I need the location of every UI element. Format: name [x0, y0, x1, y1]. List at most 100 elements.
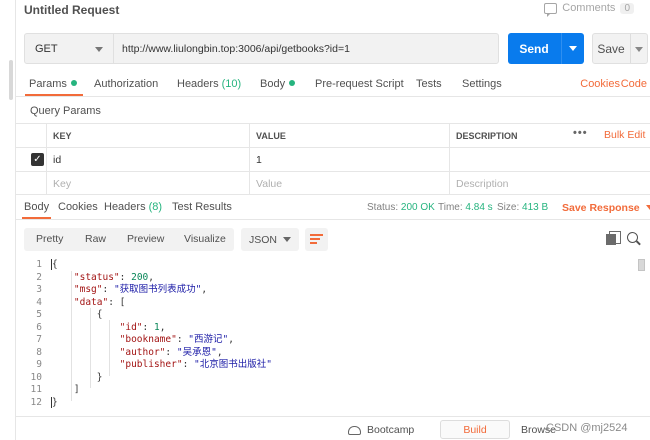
watermark-text: CSDN @mj2524: [546, 422, 628, 434]
json-number: 200: [131, 271, 149, 283]
tab-params[interactable]: Params: [25, 78, 83, 96]
json-string: "西游记": [188, 334, 229, 345]
tab-response-cookies[interactable]: Cookies: [58, 201, 98, 213]
bootcamp-label: Bootcamp: [367, 424, 415, 436]
line-number: 12: [30, 396, 42, 408]
save-response-button[interactable]: Save Response: [562, 202, 650, 214]
code-line: 9 "publisher": "北京图书出版社": [16, 359, 272, 372]
bootcamp-button[interactable]: Bootcamp: [348, 424, 414, 436]
tab-body[interactable]: Body: [260, 78, 296, 90]
chevron-down-icon[interactable]: [635, 47, 643, 52]
json-string: "北京图书出版社": [194, 359, 272, 370]
mode-pretty[interactable]: Pretty: [36, 233, 63, 245]
code-line: 5 {: [16, 309, 102, 322]
tab-headers-label: Headers: [177, 78, 219, 90]
param-description-cell[interactable]: [449, 148, 650, 171]
url-input[interactable]: http://www.liulongbin.top:3006/api/getbo…: [113, 33, 499, 64]
wrap-line-1: [310, 234, 323, 236]
mode-preview[interactable]: Preview: [127, 233, 164, 245]
new-value-input[interactable]: Value: [249, 172, 449, 195]
mode-raw[interactable]: Raw: [85, 233, 106, 245]
view-mode-toggle: Pretty Raw Preview Visualize: [24, 228, 234, 251]
time-readout: Time: 4.84 s: [438, 202, 493, 213]
time-value[interactable]: 4.84 s: [465, 202, 492, 213]
more-icon[interactable]: •••: [573, 127, 588, 139]
build-button[interactable]: Build: [440, 420, 510, 439]
mode-visualize[interactable]: Visualize: [184, 233, 226, 245]
code-punct: :: [176, 334, 189, 345]
format-label: JSON: [249, 233, 278, 246]
tab-body-label: Body: [260, 78, 286, 90]
new-key-input[interactable]: Key: [46, 172, 249, 195]
line-number: 4: [36, 296, 42, 308]
code-punct: ,: [201, 284, 208, 295]
tab-authorization[interactable]: Authorization: [94, 78, 158, 90]
tab-headers[interactable]: Headers (10): [177, 78, 241, 90]
format-select[interactable]: JSON: [241, 228, 299, 251]
size-label: Size:: [497, 202, 520, 213]
table-header-row: KEY VALUE DESCRIPTION ••• Bulk Edit: [16, 123, 650, 147]
code-scrollbar[interactable]: [638, 259, 645, 271]
tab-settings[interactable]: Settings: [462, 78, 502, 90]
search-icon[interactable]: [627, 232, 638, 243]
table-row: ✓ id 1: [16, 147, 650, 171]
bootcamp-icon: [348, 425, 361, 435]
wrap-line-3: [310, 242, 317, 244]
bulk-edit-link[interactable]: Bulk Edit: [604, 129, 645, 141]
code-line: 11 ]: [16, 384, 80, 397]
line-number: 9: [36, 359, 42, 370]
send-label: Send: [519, 41, 549, 56]
line-number: 8: [36, 346, 42, 358]
code-punct: }: [51, 371, 103, 383]
tab-response-headers-count: (8): [148, 201, 163, 213]
code-punct: ,: [159, 321, 166, 333]
method-select[interactable]: GET: [24, 33, 114, 64]
new-description-input[interactable]: Description: [449, 172, 650, 195]
code-punct: ]: [51, 384, 80, 395]
wrap-lines-icon[interactable]: [305, 228, 328, 251]
send-button[interactable]: Send: [508, 33, 584, 64]
tab-params-label: Params: [29, 78, 67, 90]
tab-tests[interactable]: Tests: [416, 78, 442, 90]
active-dot-icon: [70, 80, 77, 86]
send-divider: [561, 33, 562, 64]
comments-count: 0: [620, 2, 634, 14]
status-value[interactable]: 200 OK: [401, 202, 435, 213]
save-response-label: Save Response: [562, 202, 640, 214]
chevron-down-icon: [95, 47, 103, 52]
cookies-link[interactable]: Cookies: [580, 78, 620, 90]
tab-test-results[interactable]: Test Results: [172, 201, 232, 213]
sidebar-resize-handle[interactable]: [9, 60, 13, 100]
checkbox-icon[interactable]: ✓: [31, 153, 44, 166]
tab-pre-request-script[interactable]: Pre-request Script: [315, 78, 404, 90]
code-punct: ,: [216, 346, 223, 358]
comments-button[interactable]: Comments 0: [544, 2, 634, 17]
chevron-down-icon[interactable]: [569, 46, 577, 51]
code-link[interactable]: Code: [621, 78, 647, 90]
active-dot-icon: [289, 80, 296, 86]
copy-icon[interactable]: [606, 231, 621, 245]
code-text: {: [51, 259, 58, 270]
status-label: Status:: [367, 202, 399, 213]
param-value-cell[interactable]: 1: [249, 148, 449, 171]
code-line: 10 }: [16, 371, 103, 385]
code-punct: :: [142, 321, 154, 333]
param-key-cell[interactable]: id: [46, 148, 249, 171]
json-key: "status": [73, 271, 120, 283]
tab-response-body[interactable]: Body: [21, 201, 52, 219]
query-params-table: KEY VALUE DESCRIPTION ••• Bulk Edit ✓ id…: [16, 123, 650, 195]
code-punct: :: [182, 359, 195, 370]
size-value[interactable]: 413 B: [522, 202, 548, 213]
code-line: 8 "author": "吴承恩",: [16, 346, 223, 360]
url-bar: GET http://www.liulongbin.top:3006/api/g…: [24, 33, 650, 65]
save-button[interactable]: Save: [592, 33, 648, 64]
response-body-viewer[interactable]: 1{ 2 "status": 200, 3 "msg": "获取图书列表成功",…: [16, 257, 650, 413]
code-line: 7 "bookname": "西游记",: [16, 334, 234, 347]
page-title[interactable]: Untitled Request: [24, 3, 119, 17]
tab-response-headers[interactable]: Headers (8): [104, 201, 162, 213]
code-punct: :: [119, 271, 132, 283]
